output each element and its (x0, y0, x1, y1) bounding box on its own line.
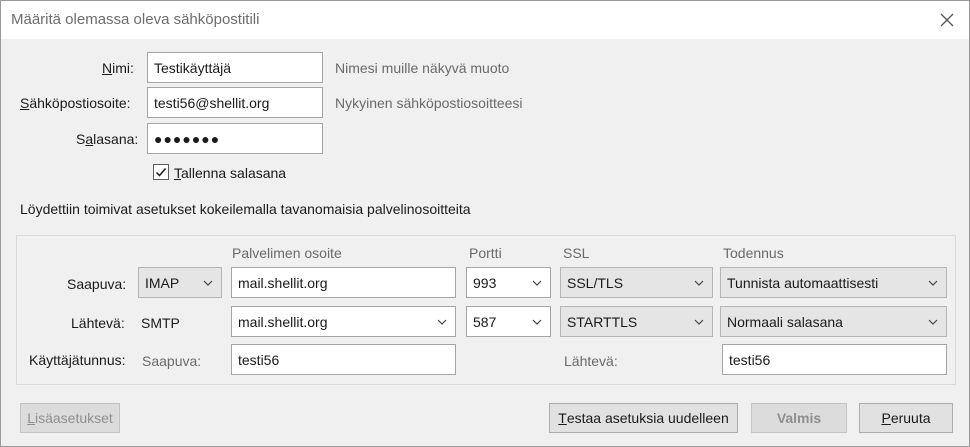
incoming-host-input[interactable] (231, 267, 456, 298)
outgoing-label: Lähtevä: (71, 315, 125, 331)
password-label: Salasana: (76, 131, 139, 147)
outgoing-ssl-value: STARTTLS (567, 313, 638, 330)
incoming-auth-value: Tunnista automaattisesti (727, 274, 879, 291)
close-button[interactable] (935, 8, 959, 32)
window-title: Määritä olemassa oleva sähköpostitili (11, 11, 260, 28)
outgoing-auth-select[interactable]: Normaali salasana (720, 306, 947, 337)
chevron-down-icon (530, 276, 544, 290)
incoming-ssl-select[interactable]: SSL/TLS (560, 267, 713, 298)
chevron-down-icon (435, 315, 449, 329)
password-input[interactable]: ●●●●●●● (147, 123, 323, 154)
incoming-label: Saapuva: (67, 276, 127, 292)
account-setup-dialog: Määritä olemassa oleva sähköpostitili Ni… (0, 0, 970, 447)
email-input[interactable] (147, 87, 323, 118)
chevron-down-icon (926, 315, 940, 329)
header-auth: Todennus (723, 245, 784, 261)
email-hint: Nykyinen sähköpostiosoitteesi (335, 95, 523, 111)
checkmark-icon (155, 168, 167, 177)
chevron-down-icon (201, 276, 215, 290)
title-bar: Määritä olemassa oleva sähköpostitili (1, 1, 969, 39)
outgoing-protocol: SMTP (141, 315, 180, 331)
incoming-port-combo[interactable]: 993 (466, 267, 551, 298)
incoming-port-value: 993 (473, 274, 497, 291)
outgoing-host-value: mail.shellit.org (238, 313, 328, 330)
advanced-settings-button[interactable]: Lisäasetukset (20, 403, 120, 433)
chevron-down-icon (692, 315, 706, 329)
outgoing-ssl-select[interactable]: STARTTLS (560, 306, 713, 337)
name-input[interactable] (147, 52, 323, 83)
status-text: Löydettiin toimivat asetukset kokeilemal… (20, 201, 471, 217)
chevron-down-icon (926, 276, 940, 290)
email-label: Sähköpostiosoite: (20, 95, 131, 111)
chevron-down-icon (692, 276, 706, 290)
incoming-ssl-value: SSL/TLS (567, 274, 624, 291)
done-button[interactable]: Valmis (751, 403, 847, 433)
cancel-button[interactable]: Peruuta (859, 403, 953, 433)
username-outgoing-label: Lähtevä: (564, 353, 618, 369)
header-server-address: Palvelimen osoite (232, 245, 342, 261)
name-hint: Nimesi muille näkyvä muoto (335, 60, 510, 76)
close-icon (940, 13, 954, 27)
header-port: Portti (469, 245, 502, 261)
header-ssl: SSL (563, 245, 590, 261)
remember-password-label[interactable]: Tallenna salasana (174, 165, 286, 181)
chevron-down-icon (530, 315, 544, 329)
username-incoming-label: Saapuva: (142, 353, 202, 369)
outgoing-auth-value: Normaali salasana (727, 313, 843, 330)
incoming-protocol-value: IMAP (145, 274, 180, 291)
incoming-auth-select[interactable]: Tunnista automaattisesti (720, 267, 947, 298)
incoming-protocol-select[interactable]: IMAP (138, 267, 222, 298)
name-label: Nimi: (102, 60, 134, 76)
outgoing-host-combo[interactable]: mail.shellit.org (231, 306, 456, 337)
outgoing-port-combo[interactable]: 587 (466, 306, 551, 337)
remember-password-checkbox[interactable] (153, 164, 169, 180)
incoming-username-input[interactable] (231, 344, 456, 375)
outgoing-port-value: 587 (473, 313, 497, 330)
retest-button[interactable]: Testaa asetuksia uudelleen (549, 403, 738, 433)
username-label: Käyttäjätunnus: (29, 352, 126, 368)
outgoing-username-input[interactable] (722, 344, 947, 375)
